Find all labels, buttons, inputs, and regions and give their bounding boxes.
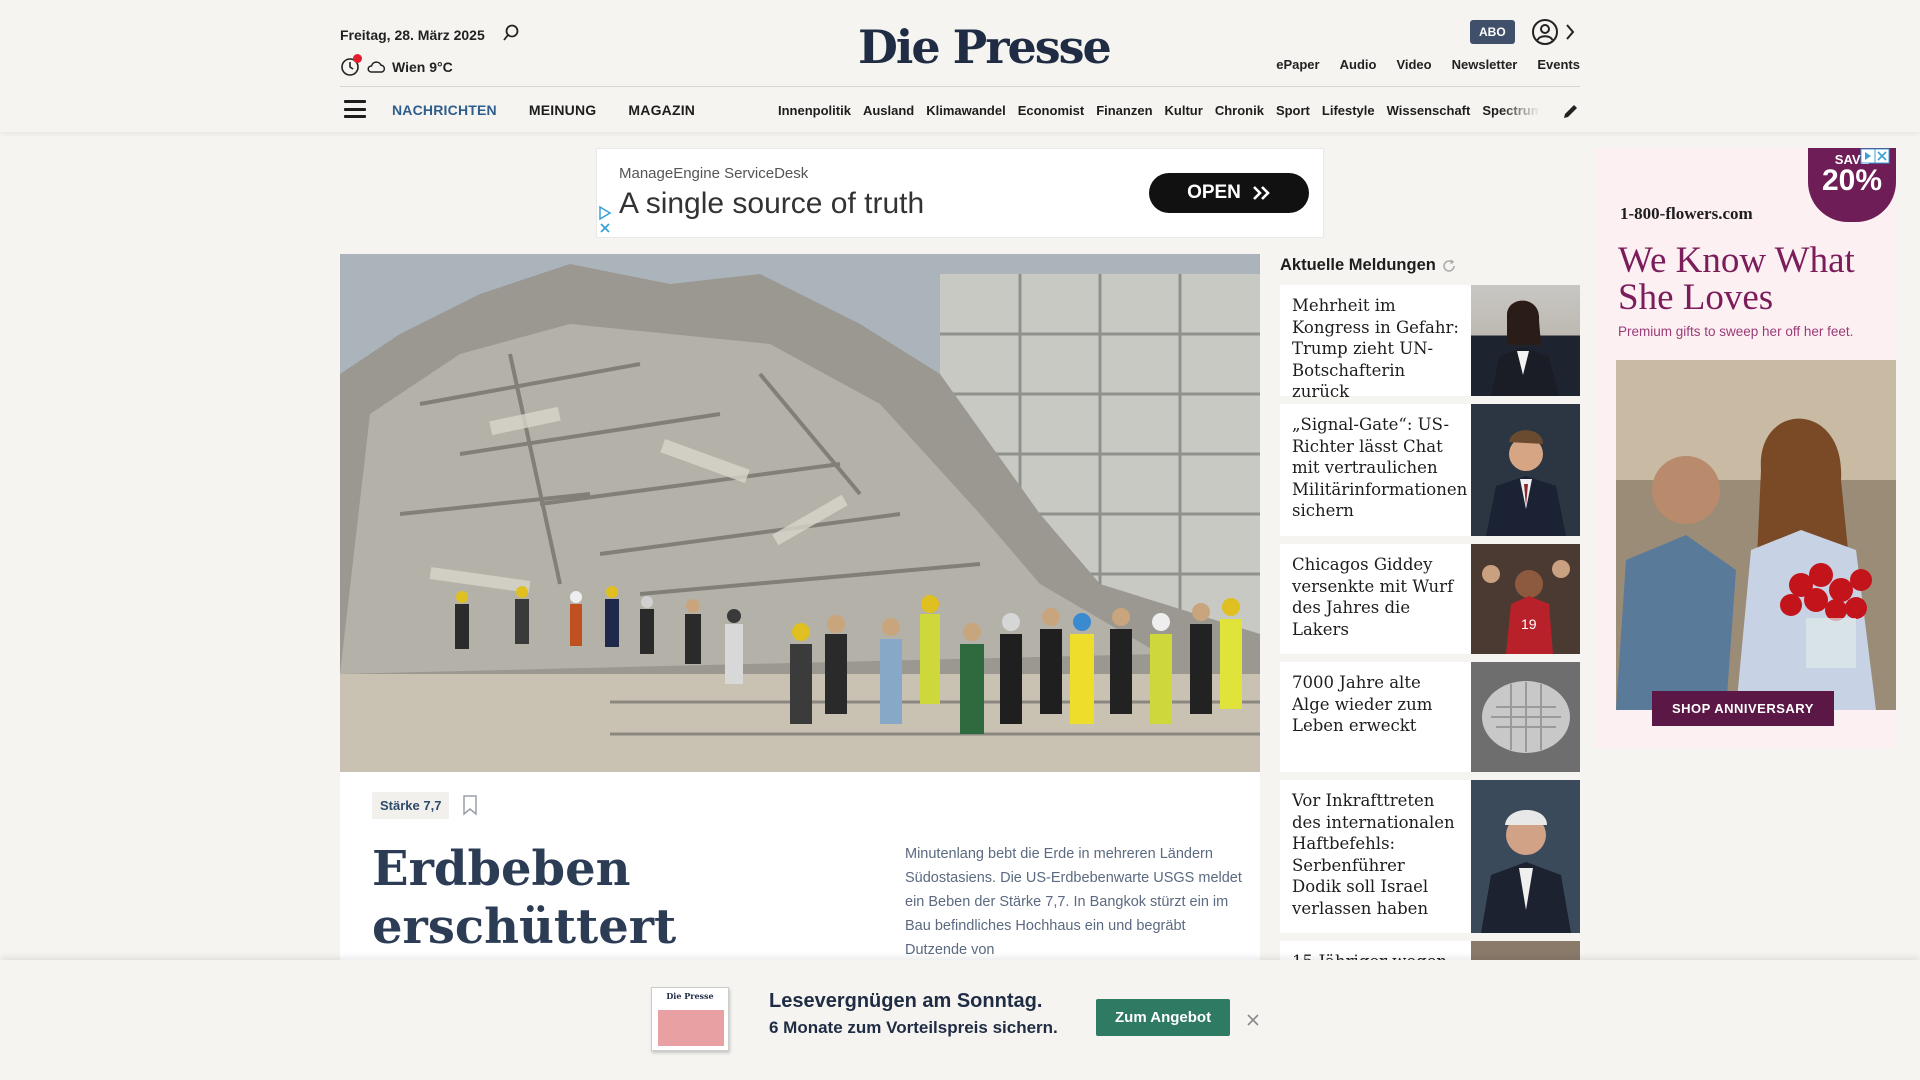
news-headline: „Signal-Gate“: US-Richter lässt Chat mit…	[1292, 415, 1468, 520]
section-sport[interactable]: Sport	[1276, 103, 1310, 118]
section-economist[interactable]: Economist	[1018, 103, 1084, 118]
double-chevron-icon	[1253, 186, 1270, 200]
header-divider	[340, 86, 1580, 87]
news-thumbnail	[1471, 662, 1580, 772]
newspaper-thumbnail: Die Presse	[651, 987, 729, 1051]
chevron-right-icon[interactable]	[1563, 20, 1577, 44]
header-links: ePaper Audio Video Newsletter Events	[1276, 57, 1580, 72]
weather-widget[interactable]: Wien 9°C	[340, 54, 453, 77]
section-kultur[interactable]: Kultur	[1165, 103, 1203, 118]
section-wissenschaft[interactable]: Wissenschaft	[1387, 103, 1471, 118]
ad-brand: ManageEngine ServiceDesk	[619, 165, 809, 182]
list-item[interactable]: 7000 Jahre alte Alge wieder zum Leben er…	[1280, 662, 1580, 772]
notification-dot	[353, 54, 362, 63]
site-header: Freitag, 28. März 2025 Wien 9°C Die Pres…	[0, 0, 1920, 132]
section-spectrum[interactable]: Spectrum	[1482, 103, 1540, 118]
ad-open-label: OPEN	[1187, 182, 1241, 203]
news-headline: 7000 Jahre alte Alge wieder zum Leben er…	[1292, 673, 1433, 735]
nav-magazin[interactable]: MAGAZIN	[628, 102, 695, 118]
list-item[interactable]: Mehrheit im Kongress in Gefahr: Trump zi…	[1280, 285, 1580, 401]
bookmark-icon[interactable]	[462, 794, 478, 816]
section-finanzen[interactable]: Finanzen	[1096, 103, 1152, 118]
news-thumbnail	[1471, 285, 1580, 396]
list-item[interactable]: „Signal-Gate“: US-Richter lässt Chat mit…	[1280, 404, 1580, 536]
link-video[interactable]: Video	[1396, 57, 1431, 72]
shop-anniversary-button[interactable]: SHOP ANNIVERSARY	[1652, 691, 1834, 726]
badge-percent: 20%	[1821, 164, 1883, 197]
section-lifestyle[interactable]: Lifestyle	[1322, 103, 1375, 118]
adchoices-close-icon[interactable]	[1860, 148, 1890, 164]
news-headline: Vor Inkrafttreten des internationalen Ha…	[1292, 791, 1455, 918]
latest-news-list: Mehrheit im Kongress in Gefahr: Trump zi…	[1280, 285, 1580, 1009]
link-events[interactable]: Events	[1537, 57, 1580, 72]
ad-open-button[interactable]: OPEN	[1149, 173, 1309, 213]
section-ausland[interactable]: Ausland	[863, 103, 914, 118]
ad-right-photo	[1616, 360, 1896, 710]
article-teaser: Minutenlang bebt die Erde in mehreren Lä…	[905, 846, 1242, 958]
adchoices-icon[interactable]	[597, 205, 613, 237]
news-headline: Mehrheit im Kongress in Gefahr: Trump zi…	[1292, 296, 1459, 401]
thumbnail-logo: Die Presse	[666, 991, 714, 1001]
sidebar-heading-text: Aktuelle Meldungen	[1280, 256, 1436, 274]
news-thumbnail	[1471, 780, 1580, 933]
top-banner-ad[interactable]: ManageEngine ServiceDesk A single source…	[596, 148, 1324, 238]
news-thumbnail	[1471, 404, 1580, 536]
subscription-banner: Die Presse Lesevergnügen am Sonntag. 6 M…	[0, 960, 1920, 1080]
zum-angebot-button[interactable]: Zum Angebot	[1096, 999, 1231, 1036]
ad-headline: A single source of truth	[619, 187, 925, 220]
article-tag[interactable]: Stärke 7,7	[372, 792, 450, 819]
banner-headline: Lesevergnügen am Sonntag.	[769, 990, 1043, 1012]
user-account-icon[interactable]	[1531, 18, 1559, 46]
hero-article[interactable]: Stärke 7,7 Erdbeben erschüttert Thailand…	[340, 254, 1260, 1071]
news-headline: Chicagos Giddey versenkte mit Wurf des J…	[1292, 555, 1454, 639]
flowers-logo: 1-800-flowers.com	[1620, 204, 1753, 223]
site-logo[interactable]: Die Presse	[858, 20, 1112, 74]
svg-text:19: 19	[1521, 616, 1537, 632]
link-newsletter[interactable]: Newsletter	[1452, 57, 1518, 72]
hero-image[interactable]	[340, 254, 1260, 772]
ad-right-headline: We Know What She Loves	[1618, 240, 1855, 318]
right-sidebar-ad[interactable]: SAVE 20% 1-800-flowers.com We Know What …	[1596, 148, 1896, 748]
cloud-icon	[367, 61, 386, 73]
list-item[interactable]: Vor Inkrafttreten des internationalen Ha…	[1280, 780, 1580, 933]
link-audio[interactable]: Audio	[1340, 57, 1377, 72]
section-klimawandel[interactable]: Klimawandel	[926, 103, 1005, 118]
refresh-icon[interactable]	[1442, 258, 1456, 273]
news-thumbnail: 19	[1471, 544, 1580, 654]
ad-right-subtext: Premium gifts to sweep her off her feet.	[1618, 324, 1854, 339]
abo-button[interactable]: ABO	[1470, 20, 1515, 44]
link-epaper[interactable]: ePaper	[1276, 57, 1319, 72]
current-date: Freitag, 28. März 2025	[340, 27, 485, 43]
section-innenpolitik[interactable]: Innenpolitik	[778, 103, 851, 118]
sidebar-heading: Aktuelle Meldungen	[1280, 256, 1456, 275]
weather-text: Wien 9°C	[392, 59, 453, 75]
thumbnail-cover-image	[658, 1010, 724, 1046]
main-nav: NACHRICHTEN MEINUNG MAGAZIN	[392, 102, 695, 118]
clock-icon	[340, 54, 362, 77]
search-icon[interactable]	[502, 24, 520, 42]
close-icon[interactable]	[1246, 1013, 1260, 1027]
pencil-icon[interactable]	[1562, 102, 1580, 120]
nav-meinung[interactable]: MEINUNG	[529, 102, 597, 118]
menu-icon[interactable]	[344, 100, 366, 118]
section-chronik[interactable]: Chronik	[1215, 103, 1264, 118]
nav-nachrichten[interactable]: NACHRICHTEN	[392, 102, 497, 118]
list-item[interactable]: Chicagos Giddey versenkte mit Wurf des J…	[1280, 544, 1580, 654]
section-nav: Innenpolitik Ausland Klimawandel Economi…	[778, 103, 1540, 118]
banner-subline: 6 Monate zum Vorteilspreis sichern.	[769, 1018, 1058, 1037]
